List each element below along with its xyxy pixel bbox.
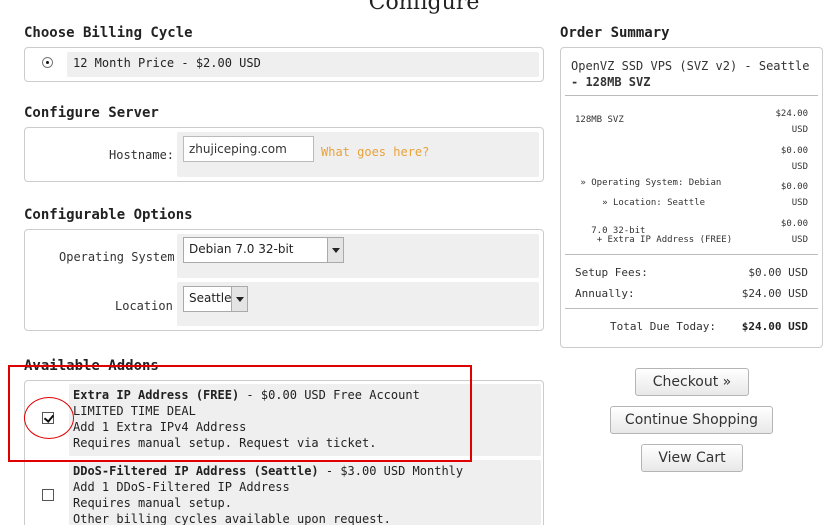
summary-item-price: $0.00 USD (781, 143, 808, 175)
summary-item-price: $0.00 USD (781, 216, 808, 248)
price-amount: $24.00 (775, 109, 808, 119)
addon-checkbox-ddos-ip[interactable] (42, 489, 54, 501)
billing-panel: 12 Month Price - $2.00 USD (24, 47, 544, 82)
divider (565, 95, 818, 96)
total-due-value: $24.00 USD (741, 320, 808, 333)
billing-radio[interactable] (42, 57, 53, 68)
price-unit: USD (791, 235, 808, 245)
server-panel: Hostname: What goes here? (24, 127, 544, 182)
view-cart-button[interactable]: View Cart (641, 444, 743, 472)
price-amount: $0.00 (780, 146, 808, 156)
billing-heading: Choose Billing Cycle (24, 25, 193, 41)
summary-item-price: $0.00 USD (781, 179, 808, 211)
hostname-help-link[interactable]: What goes here? (321, 145, 429, 159)
addon-line: Requires manual setup. (73, 496, 232, 510)
hostname-label: Hostname: (109, 148, 175, 162)
location-label: Location (115, 299, 173, 313)
summary-item-price: $24.00 USD (775, 106, 808, 138)
os-select[interactable]: Debian 7.0 32-bit (183, 237, 344, 263)
addon-price: - $3.00 USD Monthly (318, 464, 464, 478)
options-heading: Configurable Options (24, 207, 193, 223)
summary-item: » Location: Seattle (575, 188, 705, 218)
addon-name: DDoS-Filtered IP Address (Seattle) (73, 464, 319, 478)
price-unit: USD (791, 125, 808, 135)
addon-ddos-ip: DDoS-Filtered IP Address (Seattle) - $3.… (73, 463, 463, 525)
os-label: Operating System (59, 250, 175, 264)
location-select-value: Seattle (189, 291, 232, 305)
continue-shopping-button[interactable]: Continue Shopping (610, 406, 773, 434)
divider (565, 308, 818, 309)
price-amount: $0.00 (780, 182, 808, 192)
summary-item: + Extra IP Address (FREE) (575, 225, 732, 255)
setup-fees-label: Setup Fees: (575, 266, 648, 279)
checkout-button[interactable]: Checkout » (635, 368, 749, 396)
order-summary-panel: OpenVZ SSD VPS (SVZ v2) - Seattle - 128M… (560, 47, 823, 348)
summary-item-label: » Location: Seattle (596, 198, 706, 208)
server-heading: Configure Server (24, 105, 159, 121)
total-due-label: Total Due Today: (610, 320, 716, 333)
annually-label: Annually: (575, 287, 635, 300)
price-amount: $0.00 (780, 219, 808, 229)
summary-item: 128MB SVZ (575, 115, 624, 125)
chevron-down-icon[interactable] (231, 287, 247, 311)
options-panel: Operating System Debian 7.0 32-bit Locat… (24, 229, 544, 331)
addon-line: Other billing cycles available upon requ… (73, 512, 391, 525)
addon-line: Add 1 DDoS-Filtered IP Address (73, 480, 290, 494)
price-unit: USD (791, 162, 808, 172)
highlight-circle (24, 397, 74, 439)
setup-fees-value: $0.00 USD (748, 266, 808, 279)
annually-value: $24.00 USD (741, 287, 808, 300)
chevron-down-icon[interactable] (327, 238, 343, 262)
page-title: Configure (368, 0, 480, 15)
summary-product-name: OpenVZ SSD VPS (SVZ v2) - Seattle (571, 59, 810, 73)
billing-option-label: 12 Month Price - $2.00 USD (73, 56, 261, 70)
summary-item-label: + Extra IP Address (FREE) (596, 235, 733, 245)
os-select-value: Debian 7.0 32-bit (189, 242, 294, 256)
summary-item-label: 128MB SVZ (575, 115, 624, 125)
summary-product-plan: - 128MB SVZ (571, 75, 651, 89)
summary-product: OpenVZ SSD VPS (SVZ v2) - Seattle - 128M… (571, 58, 809, 90)
highlight-rectangle (8, 365, 472, 462)
summary-heading: Order Summary (560, 25, 670, 41)
location-select[interactable]: Seattle (183, 286, 248, 312)
price-unit: USD (791, 198, 808, 208)
hostname-input[interactable] (183, 136, 314, 162)
divider (565, 254, 818, 255)
